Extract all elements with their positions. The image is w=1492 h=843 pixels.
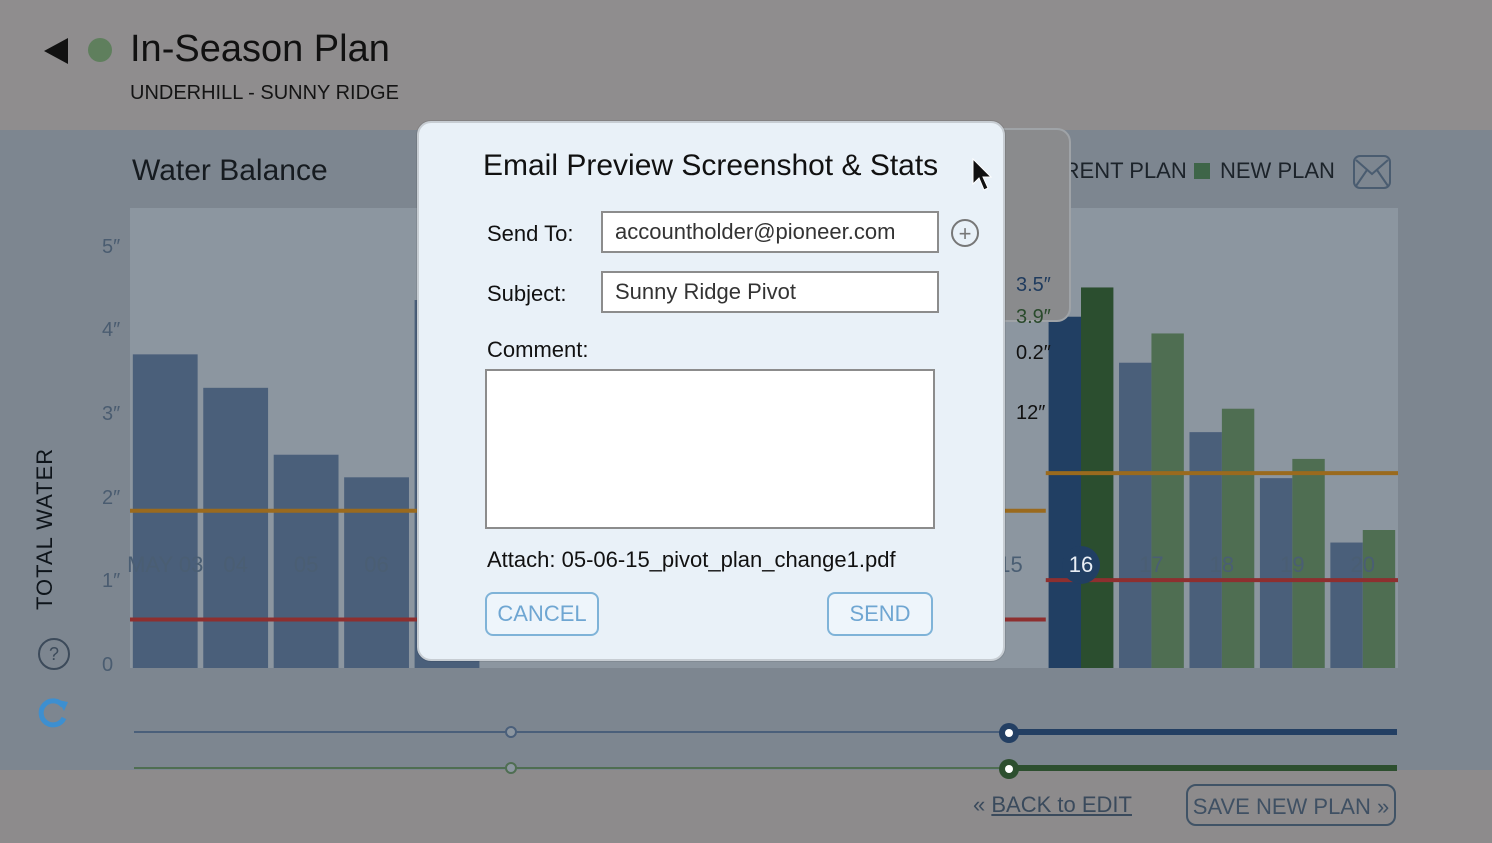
refresh-icon[interactable]: [36, 696, 70, 730]
y-tick-label: 2″: [102, 486, 121, 509]
email-preview-dialog: Email Preview Screenshot & Stats Send To…: [417, 121, 1005, 661]
x-tick-label-selected[interactable]: 16: [1062, 546, 1100, 584]
x-tick-label[interactable]: 05: [294, 552, 318, 578]
x-tick-label[interactable]: 18: [1210, 552, 1234, 578]
y-tick-label: 4″: [102, 319, 121, 342]
attachment-filename: 05-06-15_pivot_plan_change1.pdf: [561, 547, 896, 572]
legend-new-swatch: [1194, 163, 1210, 179]
back-to-edit-chevron: «: [973, 792, 986, 817]
x-tick-label[interactable]: 19: [1280, 552, 1304, 578]
add-recipient-icon[interactable]: +: [951, 219, 979, 247]
comment-label: Comment:: [487, 337, 589, 362]
panel-title: Water Balance: [132, 154, 328, 187]
legend-new-plan: NEW PLAN: [1194, 158, 1335, 184]
mouse-cursor-icon: [972, 158, 992, 191]
y-tick-label: 5″: [102, 235, 121, 258]
subject-input[interactable]: [601, 271, 939, 313]
y-tick-label: 1″: [102, 570, 121, 593]
send-button[interactable]: SEND: [827, 592, 933, 636]
back-to-edit-label: BACK to EDIT: [991, 792, 1132, 817]
dialog-title: Email Preview Screenshot & Stats: [483, 149, 939, 182]
y-tick-label: 0: [102, 654, 114, 676]
tooltip-current-value: 3.5″: [1016, 274, 1051, 296]
x-tick-label[interactable]: 17: [1139, 552, 1163, 578]
attachment-row: Attach: 05-06-15_pivot_plan_change1.pdf: [487, 547, 896, 573]
legend-new-label: NEW PLAN: [1220, 158, 1335, 183]
save-new-plan-button[interactable]: SAVE NEW PLAN »: [1186, 784, 1396, 826]
page-subtitle: UNDERHILL - SUNNY RIDGE: [130, 82, 399, 104]
x-tick-label[interactable]: 04: [223, 552, 247, 578]
status-dot-icon: [88, 38, 112, 62]
back-arrow-icon[interactable]: [44, 38, 68, 64]
tooltip-new-value: 3.9″: [1016, 306, 1051, 328]
attach-label: Attach:: [487, 547, 556, 572]
page-header: In-Season Plan UNDERHILL - SUNNY RIDGE: [0, 0, 1492, 130]
x-tick-label[interactable]: MAY 03: [127, 552, 203, 578]
tooltip-change-value: 0.2″: [1016, 342, 1051, 364]
help-icon[interactable]: ?: [38, 638, 70, 670]
y-tick-label: 3″: [102, 403, 121, 426]
subject-label: Subject:: [487, 281, 567, 306]
x-tick-label[interactable]: 06: [364, 552, 388, 578]
send-to-label: Send To:: [487, 221, 574, 246]
x-tick-label[interactable]: 20: [1351, 552, 1375, 578]
send-to-input[interactable]: [601, 211, 939, 253]
comment-textarea[interactable]: [485, 369, 935, 529]
back-to-edit-link[interactable]: « BACK to EDIT: [973, 792, 1132, 818]
mail-icon[interactable]: [1352, 152, 1392, 192]
page-title: In-Season Plan: [130, 28, 390, 70]
cancel-button[interactable]: CANCEL: [485, 592, 599, 636]
tooltip-total-value: 12″: [1016, 402, 1046, 424]
y-axis-title: TOTAL WATER: [32, 447, 57, 610]
